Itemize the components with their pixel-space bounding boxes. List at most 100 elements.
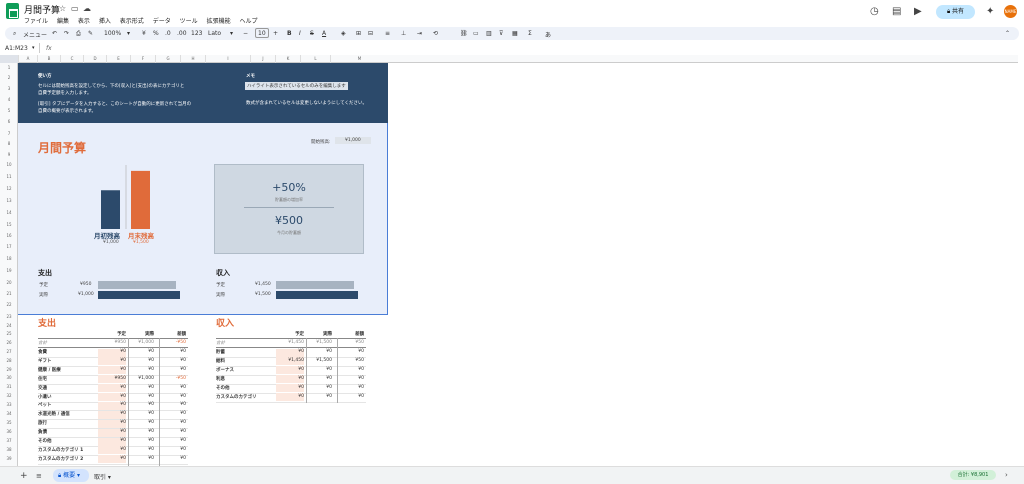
- decrease-decimal-button[interactable]: .0: [165, 30, 171, 37]
- row-header[interactable]: 22: [0, 302, 18, 307]
- row-header[interactable]: 28: [0, 358, 18, 363]
- collapse-toolbar-icon[interactable]: ⌃: [1005, 30, 1010, 37]
- paint-format-icon[interactable]: ✎: [88, 30, 93, 37]
- column-header[interactable]: B: [37, 55, 60, 63]
- insert-comment-icon[interactable]: ▭: [473, 30, 479, 37]
- column-header[interactable]: J: [250, 55, 275, 63]
- income-value[interactable]: ¥0: [274, 385, 304, 390]
- undo-icon[interactable]: ↶: [52, 30, 57, 37]
- row-header[interactable]: 26: [0, 340, 18, 345]
- row-header[interactable]: 20: [0, 280, 18, 285]
- row-header[interactable]: 11: [0, 174, 18, 179]
- all-sheets-icon[interactable]: ≡: [36, 472, 42, 480]
- menu-format[interactable]: 表示形式: [120, 18, 144, 25]
- menu-file[interactable]: ファイル: [24, 18, 48, 25]
- row-header[interactable]: 16: [0, 233, 18, 238]
- history-icon[interactable]: ◷: [870, 6, 879, 17]
- print-icon[interactable]: ⎙: [76, 30, 81, 38]
- currency-button[interactable]: ¥: [142, 30, 146, 37]
- row-header[interactable]: 27: [0, 349, 18, 354]
- row-header[interactable]: 33: [0, 402, 18, 407]
- fill-color-icon[interactable]: ◈: [341, 30, 346, 37]
- row-header[interactable]: 37: [0, 438, 18, 443]
- bold-icon[interactable]: B: [287, 30, 292, 37]
- row-header[interactable]: 2: [0, 75, 18, 80]
- column-header[interactable]: E: [106, 55, 130, 63]
- search-menu[interactable]: メニュー: [23, 30, 47, 39]
- column-header[interactable]: G: [155, 55, 180, 63]
- row-header[interactable]: 18: [0, 256, 18, 261]
- row-header[interactable]: 3: [0, 86, 18, 91]
- row-header[interactable]: 25: [0, 331, 18, 336]
- expense-value[interactable]: ¥0: [96, 349, 126, 354]
- expense-value[interactable]: ¥0: [96, 385, 126, 390]
- row-header[interactable]: 14: [0, 210, 18, 215]
- sidebar-toggle-icon[interactable]: ›: [1005, 471, 1008, 479]
- menu-help[interactable]: ヘルプ: [240, 18, 258, 25]
- percent-button[interactable]: %: [153, 30, 159, 37]
- link-icon[interactable]: ⛓: [460, 30, 468, 37]
- row-header[interactable]: 36: [0, 429, 18, 434]
- menu-data[interactable]: データ: [153, 18, 171, 25]
- text-color-icon[interactable]: A: [322, 30, 326, 37]
- search-icon[interactable]: ⌕: [13, 30, 16, 38]
- expense-value[interactable]: ¥0: [96, 447, 126, 452]
- row-header[interactable]: 10: [0, 162, 18, 167]
- wrap-icon[interactable]: ⇥: [417, 30, 422, 37]
- row-header[interactable]: 1: [0, 65, 18, 70]
- comment-icon[interactable]: ▤: [892, 6, 901, 17]
- column-header[interactable]: L: [300, 55, 330, 63]
- row-header[interactable]: 8: [0, 141, 18, 146]
- row-header[interactable]: 6: [0, 119, 18, 124]
- column-header[interactable]: F: [130, 55, 155, 63]
- borders-icon[interactable]: ⊞: [356, 30, 361, 37]
- star-icon[interactable]: ☆: [59, 4, 66, 13]
- row-header[interactable]: 7: [0, 131, 18, 136]
- income-value[interactable]: ¥1,450: [274, 358, 304, 363]
- zoom-select[interactable]: 100%: [104, 30, 121, 37]
- menu-edit[interactable]: 編集: [57, 18, 69, 25]
- column-header[interactable]: A: [18, 55, 37, 63]
- sheet-tab-transactions[interactable]: 取引 ▾: [94, 472, 111, 481]
- row-header[interactable]: 24: [0, 323, 18, 328]
- align-left-icon[interactable]: ≡: [385, 30, 390, 37]
- expense-value[interactable]: ¥0: [96, 402, 126, 407]
- menu-extensions[interactable]: 拡張機能: [207, 18, 231, 25]
- menu-tools[interactable]: ツール: [180, 18, 198, 25]
- row-header[interactable]: 29: [0, 367, 18, 372]
- vertical-align-icon[interactable]: ⊥: [401, 30, 406, 37]
- add-sheet-icon[interactable]: +: [20, 471, 28, 481]
- select-all-corner[interactable]: [0, 55, 18, 63]
- row-header[interactable]: 13: [0, 198, 18, 203]
- sheets-logo-icon[interactable]: [6, 3, 19, 19]
- expense-value[interactable]: ¥0: [96, 411, 126, 416]
- redo-icon[interactable]: ↷: [64, 30, 69, 37]
- column-header[interactable]: M: [330, 55, 388, 63]
- name-box[interactable]: A1:M23: [5, 45, 28, 52]
- row-header[interactable]: 32: [0, 393, 18, 398]
- expense-value[interactable]: ¥0: [96, 367, 126, 372]
- font-size-input[interactable]: 10: [255, 28, 269, 38]
- row-header[interactable]: 19: [0, 268, 18, 273]
- chevron-down-icon[interactable]: ▾: [32, 45, 35, 51]
- row-header[interactable]: 5: [0, 108, 18, 113]
- income-value[interactable]: ¥0: [274, 394, 304, 399]
- income-value[interactable]: ¥0: [274, 376, 304, 381]
- italic-icon[interactable]: I: [299, 30, 301, 37]
- row-header[interactable]: 21: [0, 291, 18, 296]
- sheet-tab-summary[interactable]: 🔒︎ 概要 ▾: [53, 469, 89, 482]
- selection-sum[interactable]: 合計: ¥8,901: [950, 470, 996, 480]
- meet-icon[interactable]: ▶: [914, 6, 922, 17]
- row-header[interactable]: 17: [0, 244, 18, 249]
- expense-value[interactable]: ¥0: [96, 429, 126, 434]
- row-header[interactable]: 30: [0, 375, 18, 380]
- font-select[interactable]: Lato: [208, 30, 221, 37]
- move-folder-icon[interactable]: ▭: [71, 4, 79, 13]
- row-header[interactable]: 38: [0, 447, 18, 452]
- expense-value[interactable]: ¥0: [96, 456, 126, 461]
- functions-icon[interactable]: Σ: [528, 30, 532, 37]
- row-header[interactable]: 34: [0, 411, 18, 416]
- input-tools-icon[interactable]: あ: [545, 30, 551, 39]
- merge-icon[interactable]: ⊟: [368, 30, 373, 37]
- filter-views-icon[interactable]: ▦: [512, 30, 518, 37]
